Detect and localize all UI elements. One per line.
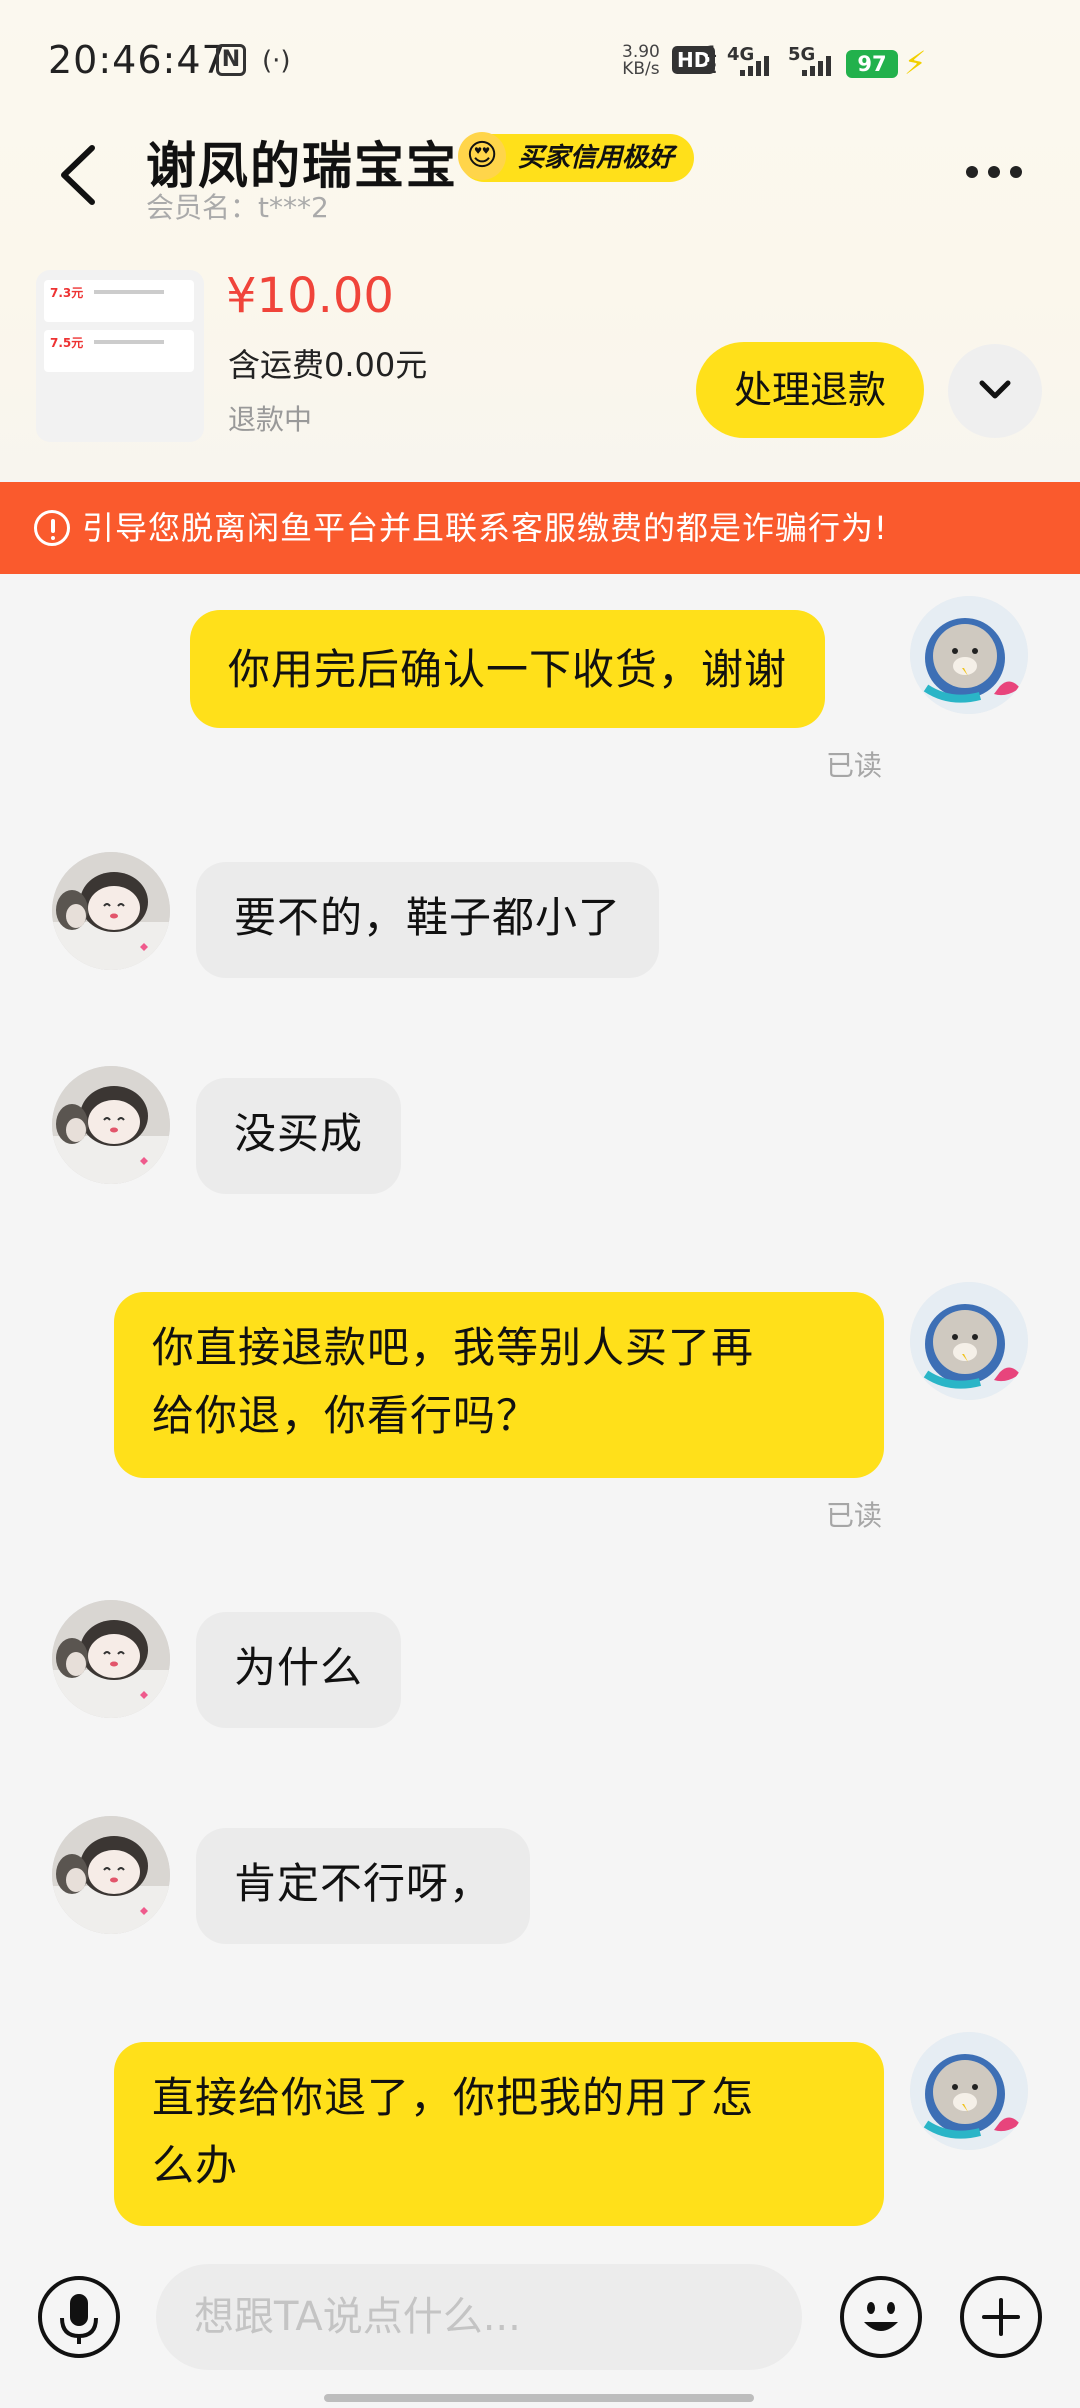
hd-sim-bottom: 2 [706, 58, 718, 77]
plus-icon [982, 2298, 1020, 2336]
message-text: 要不的，鞋子都小了 [234, 893, 622, 942]
thumb-row: 7.3元 [44, 280, 194, 322]
emoji-button[interactable] [840, 2276, 922, 2358]
charging-bolt-icon: ⚡ [904, 44, 927, 82]
dot-icon [966, 166, 978, 178]
product-thumbnail[interactable]: 7.3元 7.5元 [36, 270, 204, 442]
message-bubble-incoming[interactable]: 为什么 [196, 1612, 402, 1728]
self-avatar[interactable] [910, 1282, 1028, 1400]
hotspot-icon: (·) [262, 46, 291, 76]
process-refund-button[interactable]: 处理退款 [696, 342, 924, 438]
member-name: 会员名：t***2 [146, 191, 329, 224]
expand-button[interactable] [948, 344, 1042, 438]
message-text-line: 直接给你退了，你把我的用了怎 [152, 2073, 755, 2122]
battery-icon: 97 [846, 50, 898, 78]
message-text-line: 么办 [152, 2141, 239, 2190]
read-receipt: 已读 [826, 1499, 883, 1532]
nfc-icon: N [216, 44, 246, 76]
read-receipt: 已读 [826, 749, 883, 782]
girl-avatar-icon [52, 852, 170, 970]
contact-avatar[interactable] [52, 1816, 170, 1934]
more-actions-button[interactable] [960, 2276, 1042, 2358]
signal-5g-icon [802, 54, 831, 76]
product-shipping: 含运费0.00元 [228, 346, 428, 384]
self-avatar[interactable] [910, 2032, 1028, 2150]
network-speed-unit: KB/s [622, 59, 660, 79]
status-bar: 20:46:47 N (·) 3.90 KB/s HD 1 2 4G 5G 97… [0, 0, 1080, 120]
chevron-left-icon [61, 145, 95, 205]
message-bubble-incoming[interactable]: 要不的，鞋子都小了 [196, 862, 660, 978]
message-text: 为什么 [234, 1643, 364, 1692]
more-options-button[interactable] [966, 160, 1036, 184]
back-button[interactable] [50, 140, 110, 210]
dot-icon [988, 166, 1000, 178]
warning-icon [34, 510, 70, 546]
message-text: 肯定不行呀， [234, 1859, 493, 1908]
hd-sim-numbers: 1 2 [706, 44, 717, 76]
message-bubble-outgoing[interactable]: 直接给你退了，你把我的用了怎 么办 [114, 2042, 884, 2226]
refund-status: 退款中 [228, 403, 313, 436]
network-speed: 3.90 KB/s [622, 44, 660, 78]
contact-avatar[interactable] [52, 1066, 170, 1184]
cat-avatar-icon [910, 1282, 1028, 1400]
message-bubble-incoming[interactable]: 没买成 [196, 1078, 402, 1194]
thumb-line [94, 290, 164, 294]
microphone-icon [60, 2294, 98, 2344]
thumb-line [94, 340, 164, 344]
contact-avatar[interactable] [52, 1600, 170, 1718]
message-input[interactable] [156, 2264, 802, 2370]
self-avatar[interactable] [910, 596, 1028, 714]
message-bubble-incoming[interactable]: 肯定不行呀， [196, 1828, 531, 1944]
cat-avatar-icon [910, 596, 1028, 714]
contact-avatar[interactable] [52, 852, 170, 970]
message-text-line: 你直接退款吧，我等别人买了再 [152, 1323, 755, 1372]
product-price: ¥10.00 [226, 268, 394, 324]
message-text-line: 给你退，你看行吗？ [152, 1391, 540, 1440]
chevron-down-icon [979, 380, 1011, 399]
voice-input-button[interactable] [38, 2276, 120, 2358]
thumb-label: 7.5元 [50, 336, 84, 350]
heart-eyes-emoji-icon: 😍 [458, 132, 506, 180]
message-bubble-outgoing[interactable]: 你直接退款吧，我等别人买了再 给你退，你看行吗？ [114, 1292, 884, 1478]
girl-avatar-icon [52, 1816, 170, 1934]
message-text: 没买成 [234, 1109, 364, 1158]
status-time: 20:46:47 [48, 38, 227, 82]
thumb-row: 7.5元 [44, 330, 194, 372]
signal-4g-icon [740, 54, 769, 76]
fraud-warning-bar: 引导您脱离闲鱼平台并且联系客服缴费的都是诈骗行为! [0, 482, 1080, 574]
smiley-icon [864, 2302, 898, 2331]
cat-avatar-icon [910, 2032, 1028, 2150]
thumb-label: 7.3元 [50, 286, 84, 300]
girl-avatar-icon [52, 1066, 170, 1184]
message-text: 你用完后确认一下收货，谢谢 [228, 645, 788, 694]
message-bubble-outgoing[interactable]: 你用完后确认一下收货，谢谢 [190, 610, 826, 728]
dot-icon [1010, 166, 1022, 178]
warning-text: 引导您脱离闲鱼平台并且联系客服缴费的都是诈骗行为! [82, 509, 888, 547]
girl-avatar-icon [52, 1600, 170, 1718]
home-indicator[interactable] [324, 2394, 754, 2402]
